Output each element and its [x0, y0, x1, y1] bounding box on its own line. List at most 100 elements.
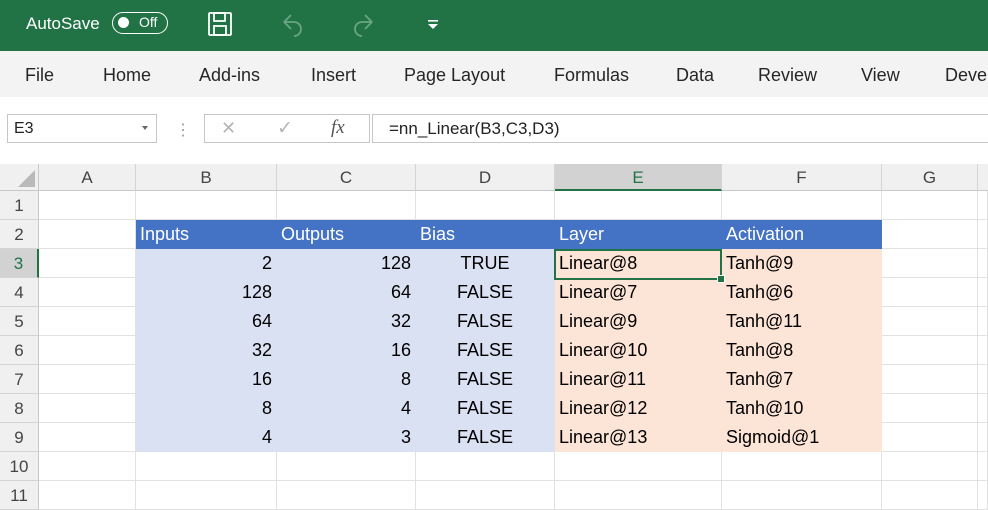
column-header-d[interactable]: D	[416, 164, 555, 191]
cell-c3[interactable]: 128	[277, 249, 416, 278]
cell-c8[interactable]: 4	[277, 394, 416, 423]
tab-page-layout[interactable]: Page Layout	[404, 65, 505, 86]
cell-b8[interactable]: 8	[136, 394, 277, 423]
cell-b2[interactable]: Inputs	[136, 220, 277, 249]
cell-c1[interactable]	[277, 191, 416, 220]
cell-f4[interactable]: Tanh@6	[722, 278, 882, 307]
cell-h6[interactable]	[978, 336, 988, 365]
cell-e7[interactable]: Linear@11	[555, 365, 722, 394]
cell-c4[interactable]: 64	[277, 278, 416, 307]
cell-c10[interactable]	[277, 452, 416, 481]
tab-review[interactable]: Review	[758, 65, 817, 86]
cell-d2[interactable]: Bias	[416, 220, 555, 249]
cell-f10[interactable]	[722, 452, 882, 481]
cell-d5[interactable]: FALSE	[416, 307, 555, 336]
cell-h4[interactable]	[978, 278, 988, 307]
column-header-a[interactable]: A	[39, 164, 136, 191]
cell-a3[interactable]	[39, 249, 136, 278]
cell-b6[interactable]: 32	[136, 336, 277, 365]
cell-h9[interactable]	[978, 423, 988, 452]
cell-a7[interactable]	[39, 365, 136, 394]
tab-developer[interactable]: Deve	[945, 65, 987, 86]
row-header-6[interactable]: 6	[0, 336, 39, 365]
row-header-10[interactable]: 10	[0, 452, 39, 481]
cell-g2[interactable]	[882, 220, 978, 249]
select-all-corner[interactable]	[0, 164, 39, 191]
cell-f5[interactable]: Tanh@11	[722, 307, 882, 336]
cell-e4[interactable]: Linear@7	[555, 278, 722, 307]
cell-e1[interactable]	[555, 191, 722, 220]
cell-b9[interactable]: 4	[136, 423, 277, 452]
tab-insert[interactable]: Insert	[311, 65, 356, 86]
cell-b11[interactable]	[136, 481, 277, 510]
cell-e10[interactable]	[555, 452, 722, 481]
tab-home[interactable]: Home	[103, 65, 151, 86]
undo-icon[interactable]	[277, 8, 307, 40]
cell-f11[interactable]	[722, 481, 882, 510]
cell-f9[interactable]: Sigmoid@1	[722, 423, 882, 452]
name-box[interactable]: E3	[7, 114, 157, 143]
cell-h5[interactable]	[978, 307, 988, 336]
cell-f6[interactable]: Tanh@8	[722, 336, 882, 365]
cell-d1[interactable]	[416, 191, 555, 220]
cell-f2[interactable]: Activation	[722, 220, 882, 249]
more-options-icon[interactable]: ⋮	[175, 120, 191, 140]
save-icon[interactable]	[205, 8, 235, 40]
row-header-8[interactable]: 8	[0, 394, 39, 423]
cell-g10[interactable]	[882, 452, 978, 481]
row-header-3[interactable]: 3	[0, 249, 39, 278]
cell-a8[interactable]	[39, 394, 136, 423]
cell-b7[interactable]: 16	[136, 365, 277, 394]
tab-file[interactable]: File	[25, 65, 54, 86]
cell-h11[interactable]	[978, 481, 988, 510]
redo-icon[interactable]	[349, 8, 379, 40]
cell-g3[interactable]	[882, 249, 978, 278]
tab-data[interactable]: Data	[676, 65, 714, 86]
cell-e11[interactable]	[555, 481, 722, 510]
cell-d8[interactable]: FALSE	[416, 394, 555, 423]
customize-toolbar-icon[interactable]	[418, 8, 448, 40]
cell-c11[interactable]	[277, 481, 416, 510]
cell-a10[interactable]	[39, 452, 136, 481]
cell-g1[interactable]	[882, 191, 978, 220]
cell-e8[interactable]: Linear@12	[555, 394, 722, 423]
cell-g9[interactable]	[882, 423, 978, 452]
fill-handle[interactable]	[717, 275, 725, 283]
cell-c7[interactable]: 8	[277, 365, 416, 394]
row-header-5[interactable]: 5	[0, 307, 39, 336]
cell-e3[interactable]: Linear@8	[555, 249, 722, 278]
tab-view[interactable]: View	[861, 65, 900, 86]
insert-function-icon[interactable]: fx	[331, 117, 345, 139]
autosave-toggle[interactable]: Off	[112, 12, 168, 34]
column-header-f[interactable]: F	[722, 164, 882, 191]
cell-e5[interactable]: Linear@9	[555, 307, 722, 336]
formula-input[interactable]: =nn_Linear(B3,C3,D3)	[372, 114, 988, 143]
cell-g11[interactable]	[882, 481, 978, 510]
cell-h1[interactable]	[978, 191, 988, 220]
enter-icon[interactable]: ✓	[277, 117, 293, 140]
cell-b10[interactable]	[136, 452, 277, 481]
row-header-4[interactable]: 4	[0, 278, 39, 307]
cell-b5[interactable]: 64	[136, 307, 277, 336]
column-header-e[interactable]: E	[555, 164, 722, 191]
column-header-c[interactable]: C	[277, 164, 416, 191]
cell-h8[interactable]	[978, 394, 988, 423]
column-header-g[interactable]: G	[882, 164, 978, 191]
cell-g4[interactable]	[882, 278, 978, 307]
cell-a4[interactable]	[39, 278, 136, 307]
cell-e6[interactable]: Linear@10	[555, 336, 722, 365]
cell-g8[interactable]	[882, 394, 978, 423]
cell-a5[interactable]	[39, 307, 136, 336]
cell-f7[interactable]: Tanh@7	[722, 365, 882, 394]
cell-c5[interactable]: 32	[277, 307, 416, 336]
cell-f8[interactable]: Tanh@10	[722, 394, 882, 423]
cell-c2[interactable]: Outputs	[277, 220, 416, 249]
row-header-1[interactable]: 1	[0, 191, 39, 220]
cell-b4[interactable]: 128	[136, 278, 277, 307]
cancel-icon[interactable]: ✕	[221, 118, 236, 139]
cell-h10[interactable]	[978, 452, 988, 481]
cell-f1[interactable]	[722, 191, 882, 220]
cell-d6[interactable]: FALSE	[416, 336, 555, 365]
cell-c6[interactable]: 16	[277, 336, 416, 365]
tab-formulas[interactable]: Formulas	[554, 65, 629, 86]
